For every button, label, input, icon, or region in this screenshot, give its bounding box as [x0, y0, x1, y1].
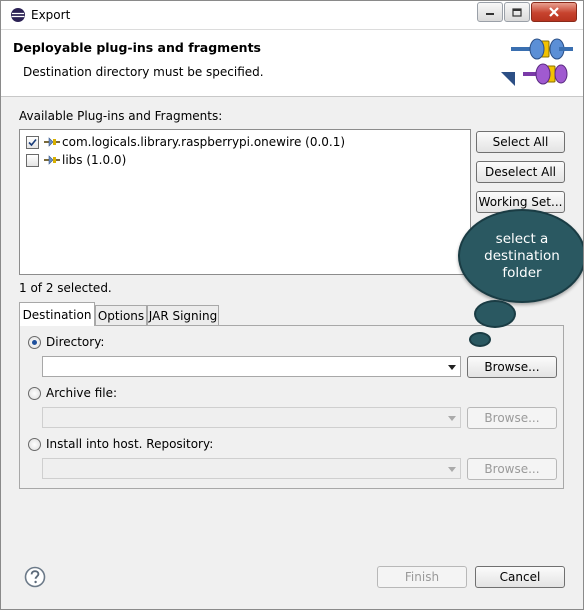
callout-tail-dot	[469, 332, 491, 347]
tab-destination[interactable]: Destination	[19, 302, 95, 326]
dropdown-arrow-icon	[448, 467, 456, 472]
callout-tail-bubble	[474, 300, 516, 328]
plugin-icon	[44, 137, 60, 147]
directory-combo[interactable]	[42, 356, 461, 377]
plugin-icon	[44, 155, 60, 165]
selection-status: 1 of 2 selected.	[19, 281, 112, 295]
archive-label: Archive file:	[46, 386, 118, 400]
list-item-label: libs (1.0.0)	[62, 153, 127, 167]
checkbox-onewire[interactable]	[26, 135, 39, 149]
list-item[interactable]: libs (1.0.0)	[26, 151, 126, 169]
callout-line-2: destination	[484, 247, 560, 264]
finish-button[interactable]: Finish	[377, 566, 467, 588]
callout-line-1: select a	[495, 230, 549, 247]
install-label: Install into host. Repository:	[46, 437, 214, 451]
maximize-button[interactable]	[504, 2, 530, 22]
destination-panel: Directory: Browse... Archive file: Brows…	[19, 325, 564, 489]
cancel-button[interactable]: Cancel	[475, 566, 565, 588]
window-title: Export	[31, 8, 71, 22]
maximize-icon	[512, 7, 522, 17]
install-radio[interactable]	[28, 437, 41, 451]
archive-radio[interactable]	[28, 386, 41, 400]
wizard-banner: Deployable plug-ins and fragments Destin…	[1, 30, 583, 97]
banner-message: Destination directory must be specified.	[23, 65, 264, 79]
directory-option[interactable]: Directory:	[28, 335, 104, 349]
eclipse-icon	[11, 8, 25, 22]
checkbox-libs[interactable]	[26, 153, 39, 167]
select-all-button[interactable]: Select All	[476, 131, 565, 153]
callout-line-3: folder	[502, 264, 542, 281]
plugin-export-icon	[501, 38, 573, 86]
plugins-label: Available Plug-ins and Fragments:	[19, 109, 223, 123]
callout-bubble: select a destination folder	[458, 209, 583, 303]
title-bar: Export	[1, 1, 583, 30]
tab-options[interactable]: Options	[95, 305, 147, 325]
close-button[interactable]	[531, 2, 577, 22]
tab-jar-signing[interactable]: JAR Signing	[147, 305, 219, 325]
directory-browse-button[interactable]: Browse...	[467, 356, 557, 378]
plugins-list[interactable]: com.logicals.library.raspberrypi.onewire…	[19, 129, 471, 275]
minimize-button[interactable]	[477, 2, 503, 22]
directory-label: Directory:	[46, 335, 105, 349]
minimize-icon	[486, 13, 494, 15]
archive-option[interactable]: Archive file:	[28, 386, 117, 400]
archive-browse-button[interactable]: Browse...	[467, 407, 557, 429]
dropdown-arrow-icon	[448, 416, 456, 421]
directory-radio[interactable]	[28, 335, 41, 349]
deselect-all-button[interactable]: Deselect All	[476, 161, 565, 183]
dropdown-arrow-icon	[448, 365, 456, 370]
list-item[interactable]: com.logicals.library.raspberrypi.onewire…	[26, 133, 345, 151]
close-icon	[549, 7, 559, 17]
archive-combo[interactable]	[42, 407, 461, 428]
export-dialog: Export Deployable plug-ins and fragments…	[0, 0, 584, 610]
repository-browse-button[interactable]: Browse...	[467, 458, 557, 480]
question-mark-icon[interactable]	[24, 566, 46, 588]
banner-title: Deployable plug-ins and fragments	[13, 40, 261, 55]
repository-combo[interactable]	[42, 458, 461, 479]
checkmark-icon	[28, 138, 37, 146]
install-option[interactable]: Install into host. Repository:	[28, 437, 213, 451]
list-item-label: com.logicals.library.raspberrypi.onewire…	[62, 135, 346, 149]
